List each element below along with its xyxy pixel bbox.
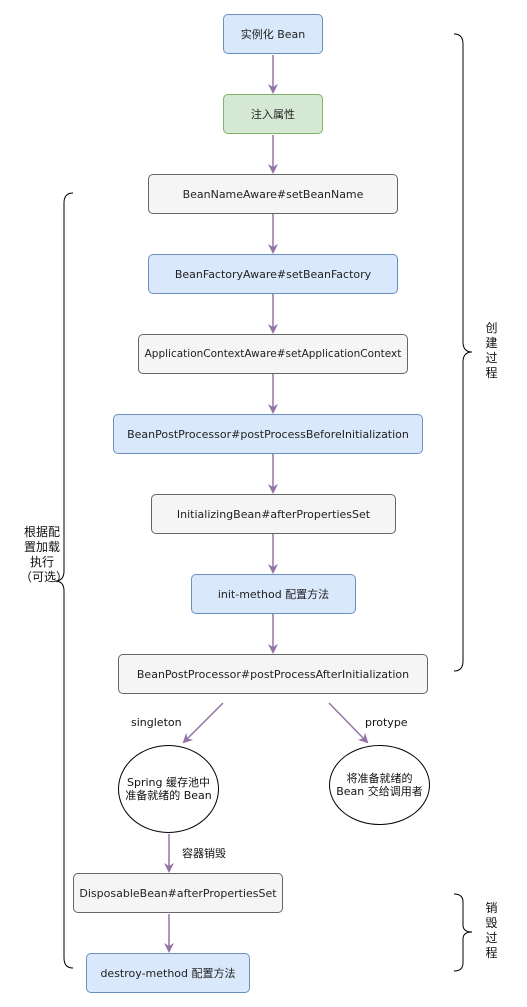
disposable-bean-node: DisposableBean#afterPropertiesSet bbox=[73, 873, 283, 913]
before-initialization-node: BeanPostProcessor#postProcessBeforeIniti… bbox=[113, 414, 423, 454]
singleton-cache-ellipse: Spring 缓存池中准备就绪的 Bean bbox=[118, 745, 219, 833]
destroy-process-label: 销毁过程 bbox=[485, 901, 498, 960]
destroy-method-node: destroy-method 配置方法 bbox=[86, 953, 250, 993]
container-destroy-label: 容器销毁 bbox=[182, 847, 226, 860]
brace-destroy bbox=[453, 893, 473, 972]
brace-create bbox=[453, 33, 473, 672]
inject-properties-node: 注入属性 bbox=[223, 94, 323, 134]
bean-factory-aware-node: BeanFactoryAware#setBeanFactory bbox=[148, 254, 398, 294]
instantiate-bean-node: 实例化 Bean bbox=[223, 14, 323, 54]
conditional-exec-label: 根据配置加载执行（可选） bbox=[20, 525, 69, 584]
singleton-label: singleton bbox=[131, 716, 182, 729]
init-method-node: init-method 配置方法 bbox=[191, 574, 356, 614]
app-context-aware-node: ApplicationContextAware#setApplicationCo… bbox=[138, 334, 408, 374]
prototype-label: protype bbox=[365, 716, 408, 729]
arrow-after-to-prototype bbox=[328, 702, 369, 744]
initializing-bean-node: InitializingBean#afterPropertiesSet bbox=[151, 494, 396, 534]
bean-name-aware-node: BeanNameAware#setBeanName bbox=[148, 174, 398, 214]
prototype-handoff-ellipse: 将准备就绪的 Bean 交给调用者 bbox=[329, 745, 430, 825]
after-initialization-node: BeanPostProcessor#postProcessAfterInitia… bbox=[118, 654, 428, 694]
create-process-label: 创建过程 bbox=[485, 321, 498, 380]
arrow-after-to-singleton bbox=[182, 702, 224, 744]
